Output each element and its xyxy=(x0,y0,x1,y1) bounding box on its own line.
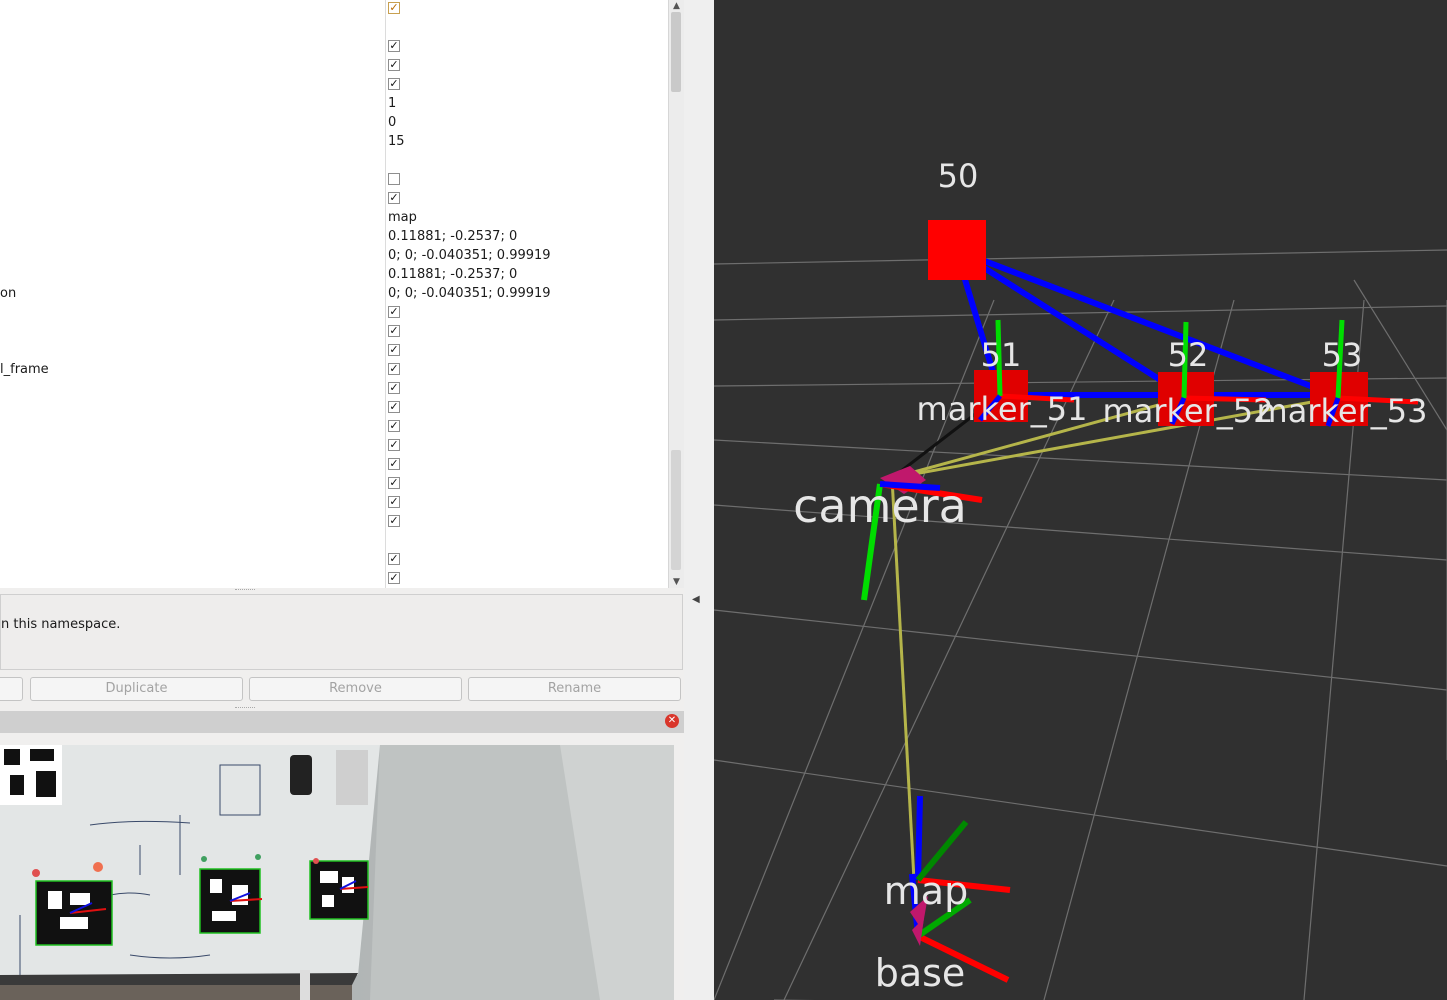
camera-image xyxy=(0,745,674,1000)
property-row[interactable]: map xyxy=(0,208,668,227)
property-checkbox[interactable] xyxy=(388,2,400,14)
property-row[interactable]: l_frame xyxy=(0,360,668,379)
property-checkbox[interactable] xyxy=(388,572,400,584)
duplicate-button[interactable]: Duplicate xyxy=(30,677,243,701)
property-row[interactable]: 0.11881; -0.2537; 0 xyxy=(0,265,668,284)
property-checkbox[interactable] xyxy=(388,59,400,71)
label-marker-52: marker_52 xyxy=(1103,392,1274,430)
label-53: 53 xyxy=(1322,336,1363,374)
property-value[interactable]: map xyxy=(388,210,417,225)
property-value[interactable]: 15 xyxy=(388,134,405,149)
left-panel: 1 0 15 map 0.11881; -0.2537; 0 0; 0; -0.04035… xyxy=(0,0,684,1000)
property-row[interactable] xyxy=(0,417,668,436)
property-row[interactable] xyxy=(0,303,668,322)
property-checkbox[interactable] xyxy=(388,553,400,565)
property-row[interactable]: 0; 0; -0.040351; 0.99919 xyxy=(0,246,668,265)
scroll-up-icon[interactable]: ▲ xyxy=(669,0,684,12)
property-name: on xyxy=(0,286,17,301)
camera-panel-header xyxy=(0,711,684,733)
property-value[interactable]: 0.11881; -0.2537; 0 xyxy=(388,267,517,282)
property-checkbox[interactable] xyxy=(388,496,400,508)
property-row[interactable]: 0 xyxy=(0,113,668,132)
property-description: n this namespace. xyxy=(0,594,683,670)
property-row[interactable] xyxy=(0,322,668,341)
property-row[interactable] xyxy=(0,0,668,18)
property-checkbox[interactable] xyxy=(388,325,400,337)
property-row[interactable] xyxy=(0,75,668,94)
rename-button[interactable]: Rename xyxy=(468,677,681,701)
collapse-arrow-icon[interactable]: ◀ xyxy=(692,594,700,605)
property-row[interactable] xyxy=(0,550,668,569)
property-checkbox[interactable] xyxy=(388,363,400,375)
property-row[interactable] xyxy=(0,512,668,531)
property-value[interactable]: 1 xyxy=(388,96,396,111)
label-52: 52 xyxy=(1168,336,1209,374)
property-row[interactable] xyxy=(0,37,668,56)
label-50: 50 xyxy=(938,157,979,195)
property-row[interactable] xyxy=(0,189,668,208)
label-camera: camera xyxy=(793,479,967,533)
label-map: map xyxy=(884,869,968,913)
property-row[interactable] xyxy=(0,493,668,512)
splitter-grip[interactable] xyxy=(235,589,255,593)
panel-splitter[interactable]: ◀ xyxy=(684,0,714,1000)
property-checkbox[interactable] xyxy=(388,382,400,394)
property-checkbox[interactable] xyxy=(388,420,400,432)
property-row[interactable]: 0.11881; -0.2537; 0 xyxy=(0,227,668,246)
property-row[interactable] xyxy=(0,341,668,360)
label-51: 51 xyxy=(981,336,1022,374)
property-checkbox[interactable] xyxy=(388,439,400,451)
property-row[interactable]: 15 xyxy=(0,132,668,151)
scroll-track-handle[interactable] xyxy=(671,450,681,570)
property-checkbox[interactable] xyxy=(388,344,400,356)
column-separator xyxy=(385,0,386,588)
property-checkbox[interactable] xyxy=(388,306,400,318)
property-row[interactable] xyxy=(0,455,668,474)
3d-view[interactable]: 50 51 52 53 marker_51 marker_52 marker_5… xyxy=(714,0,1447,1000)
remove-button[interactable]: Remove xyxy=(249,677,462,701)
property-checkbox[interactable] xyxy=(388,515,400,527)
scroll-thumb[interactable] xyxy=(671,12,681,92)
add-button[interactable] xyxy=(0,677,23,701)
property-row[interactable] xyxy=(0,56,668,75)
property-checkbox[interactable] xyxy=(388,78,400,90)
property-row[interactable]: 1 xyxy=(0,94,668,113)
property-row[interactable] xyxy=(0,569,668,588)
property-value[interactable]: 0; 0; -0.040351; 0.99919 xyxy=(388,248,551,263)
description-text: n this namespace. xyxy=(1,617,121,632)
property-row[interactable] xyxy=(0,474,668,493)
property-row[interactable] xyxy=(0,170,668,189)
property-scrollbar[interactable]: ▲ ▼ xyxy=(668,0,684,588)
property-checkbox[interactable] xyxy=(388,477,400,489)
property-row[interactable] xyxy=(0,398,668,417)
property-value[interactable]: 0 xyxy=(388,115,396,130)
label-marker-53: marker_53 xyxy=(1257,392,1428,430)
property-checkbox[interactable] xyxy=(388,40,400,52)
property-row[interactable] xyxy=(0,379,668,398)
property-value[interactable]: 0; 0; -0.040351; 0.99919 xyxy=(388,286,551,301)
label-marker-51: marker_51 xyxy=(917,390,1088,428)
property-row[interactable]: on 0; 0; -0.040351; 0.99919 xyxy=(0,284,668,303)
scroll-down-icon[interactable]: ▼ xyxy=(669,576,684,588)
label-base: base xyxy=(875,951,966,995)
property-name: l_frame xyxy=(0,362,49,377)
property-checkbox[interactable] xyxy=(388,173,400,185)
property-checkbox[interactable] xyxy=(388,192,400,204)
property-tree: 1 0 15 map 0.11881; -0.2537; 0 0; 0; -0.04035… xyxy=(0,0,668,588)
property-checkbox[interactable] xyxy=(388,458,400,470)
property-row[interactable] xyxy=(0,436,668,455)
property-value[interactable]: 0.11881; -0.2537; 0 xyxy=(388,229,517,244)
close-icon[interactable]: ✕ xyxy=(665,714,679,728)
property-checkbox[interactable] xyxy=(388,401,400,413)
